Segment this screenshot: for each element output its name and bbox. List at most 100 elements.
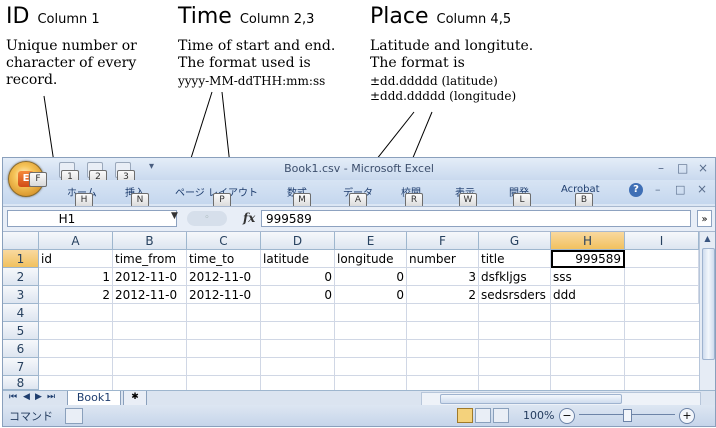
scroll-up-icon[interactable]: ▲: [702, 234, 713, 244]
formula-input[interactable]: 999589: [261, 210, 691, 227]
row-header-5[interactable]: 5: [3, 322, 39, 340]
sheet-tab-bar: ⏮ ◀ ▶ ⏭ Book1 ✱: [3, 390, 715, 406]
sheet-tab-book1[interactable]: Book1: [67, 391, 121, 406]
cell-i1[interactable]: [625, 250, 699, 268]
cell-d2[interactable]: 0: [261, 268, 335, 286]
keytip-office-button: F: [29, 172, 47, 187]
close-button[interactable]: ×: [698, 161, 708, 175]
row-header-3[interactable]: 3: [3, 286, 39, 304]
column-header-i[interactable]: I: [625, 232, 699, 250]
cell-d3[interactable]: 0: [261, 286, 335, 304]
cell-d1[interactable]: latitude: [261, 250, 335, 268]
zoom-slider-thumb[interactable]: [623, 409, 632, 422]
sheet-nav-next-icon[interactable]: ▶: [35, 392, 42, 402]
cell-h2[interactable]: sss: [551, 268, 625, 286]
row-header-4[interactable]: 4: [3, 304, 39, 322]
cell-h1-active[interactable]: 999589: [551, 250, 625, 268]
column-header-a[interactable]: A: [39, 232, 113, 250]
cell-f1[interactable]: number: [407, 250, 479, 268]
window-title: Book1.csv - Microsoft Excel: [284, 162, 434, 175]
sheet-nav-last-icon[interactable]: ⏭: [47, 392, 55, 402]
row-header-8[interactable]: 8: [3, 376, 39, 390]
zoom-out-button[interactable]: −: [559, 408, 575, 424]
cell-h3[interactable]: ddd: [551, 286, 625, 304]
ribbon-tab-bar: ホーム 挿入 ページ レイアウト 数式 データ 校閲 表示 開発 Acrobat…: [3, 180, 715, 208]
empty-cells-gridlines: [39, 304, 699, 390]
status-bar: コマンド 100% − +: [3, 405, 715, 426]
workbook-restore-button[interactable]: □: [675, 183, 685, 196]
workbook-minimize-button[interactable]: –: [655, 183, 661, 196]
excel-window: 1 2 3 ▾ Book1.csv - Microsoft Excel – □ …: [2, 157, 716, 427]
annotation-place-formats: ±dd.ddddd (latitude) ±ddd.ddddd (longitu…: [370, 74, 517, 103]
cell-c3[interactable]: 2012-11-0: [187, 286, 261, 304]
cell-e1[interactable]: longitude: [335, 250, 407, 268]
column-header-b[interactable]: B: [113, 232, 187, 250]
column-header-g[interactable]: G: [479, 232, 551, 250]
row-header-7[interactable]: 7: [3, 358, 39, 376]
annotation-time-format: yyyy-MM-ddTHH:mm:ss: [178, 74, 326, 88]
macro-record-icon[interactable]: [65, 408, 83, 424]
status-mode: コマンド: [9, 410, 53, 423]
cell-g3[interactable]: sedsrsders: [479, 286, 551, 304]
column-header-d[interactable]: D: [261, 232, 335, 250]
column-header-f[interactable]: F: [407, 232, 479, 250]
row-header-1[interactable]: 1: [3, 250, 39, 268]
cell-a2[interactable]: 1: [39, 268, 113, 286]
annotation-time-heading: Time Column 2,3: [178, 4, 314, 33]
annotation-time-column: Column 2,3: [239, 12, 315, 27]
cell-b1[interactable]: time_from: [113, 250, 187, 268]
horizontal-scroll-thumb[interactable]: [440, 394, 622, 404]
cell-g1[interactable]: title: [479, 250, 551, 268]
annotation-place-heading: Place Column 4,5: [370, 4, 511, 33]
page-break-view-icon[interactable]: [493, 408, 509, 423]
annotation-place-description: Latitude and longitute. The format is: [370, 38, 534, 71]
page-layout-view-icon[interactable]: [475, 408, 491, 423]
row-header-2[interactable]: 2: [3, 268, 39, 286]
cell-e3[interactable]: 0: [335, 286, 407, 304]
sheet-nav-first-icon[interactable]: ⏮: [9, 392, 17, 402]
name-box-dropdown-icon[interactable]: ▼: [171, 211, 178, 221]
annotation-place-column: Column 4,5: [436, 12, 512, 27]
cell-b2[interactable]: 2012-11-0: [113, 268, 187, 286]
row-header-6[interactable]: 6: [3, 340, 39, 358]
normal-view-icon[interactable]: [457, 408, 473, 423]
sheet-nav-prev-icon[interactable]: ◀: [23, 392, 30, 402]
minimize-button[interactable]: –: [658, 161, 664, 175]
name-box[interactable]: H1: [7, 210, 177, 227]
cell-a1[interactable]: id: [39, 250, 113, 268]
annotation-id-title: ID: [6, 4, 30, 29]
cell-a3[interactable]: 2: [39, 286, 113, 304]
cell-f2[interactable]: 3: [407, 268, 479, 286]
cell-i3[interactable]: [625, 286, 699, 304]
column-header-e[interactable]: E: [335, 232, 407, 250]
cell-i2[interactable]: [625, 268, 699, 286]
cell-e2[interactable]: 0: [335, 268, 407, 286]
annotation-place-title: Place: [370, 4, 429, 29]
insert-sheet-icon[interactable]: ✱: [123, 391, 147, 406]
cell-g2[interactable]: dsfkljgs: [479, 268, 551, 286]
annotation-id-heading: ID Column 1: [6, 4, 100, 33]
title-bar: 1 2 3 ▾ Book1.csv - Microsoft Excel – □ …: [3, 158, 715, 185]
zoom-level[interactable]: 100%: [523, 409, 554, 422]
column-header-c[interactable]: C: [187, 232, 261, 250]
zoom-in-button[interactable]: +: [679, 408, 695, 424]
cell-c1[interactable]: time_to: [187, 250, 261, 268]
horizontal-scrollbar[interactable]: [421, 392, 701, 406]
annotation-id-description: Unique number or character of every reco…: [6, 38, 137, 88]
insert-function-icon[interactable]: fx: [243, 211, 255, 225]
annotation-time-title: Time: [178, 4, 232, 29]
restore-button[interactable]: □: [677, 161, 688, 175]
workbook-close-button[interactable]: ×: [697, 182, 707, 196]
cell-f3[interactable]: 2: [407, 286, 479, 304]
select-all-corner[interactable]: [3, 232, 39, 250]
formula-bar-divider-handle[interactable]: ◦: [187, 211, 227, 226]
help-icon[interactable]: ?: [629, 183, 643, 197]
cell-c2[interactable]: 2012-11-0: [187, 268, 261, 286]
expand-formula-bar-icon[interactable]: »: [697, 210, 712, 227]
column-header-h[interactable]: H: [551, 232, 625, 250]
vertical-scrollbar[interactable]: ▲: [699, 232, 715, 390]
cell-b3[interactable]: 2012-11-0: [113, 286, 187, 304]
formula-bar: H1 ▼ ◦ fx 999589 »: [3, 206, 715, 232]
vertical-scroll-thumb[interactable]: [702, 248, 715, 360]
annotation-id-column: Column 1: [37, 12, 100, 27]
